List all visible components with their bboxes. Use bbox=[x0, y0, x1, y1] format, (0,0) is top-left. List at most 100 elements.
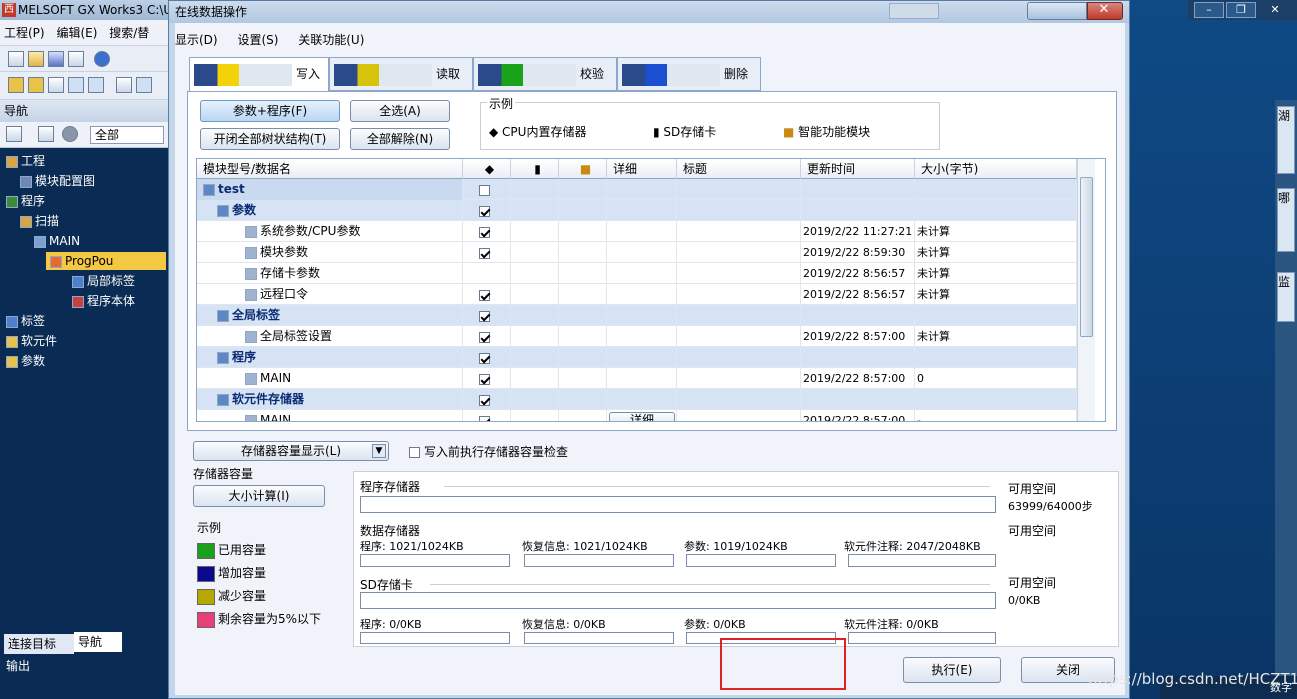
save-icon[interactable] bbox=[48, 51, 64, 67]
tree-node-program-body[interactable]: 程序本体 bbox=[72, 292, 135, 310]
program-body-icon bbox=[72, 295, 84, 308]
tree-node-progpou[interactable]: ProgPou bbox=[46, 252, 166, 270]
table-row[interactable]: test bbox=[197, 179, 1077, 200]
size-calc-button[interactable]: 大小计算(I) bbox=[193, 485, 325, 507]
col-sd-header[interactable]: ▮ bbox=[511, 159, 559, 179]
capacity-check-option[interactable]: 写入前执行存储器容量检查 bbox=[409, 443, 568, 460]
tree-node-local-label[interactable]: 局部标签 bbox=[72, 272, 135, 290]
table-row[interactable]: 存储卡参数 2019/2/22 8:56:57 未计算 bbox=[197, 263, 1077, 284]
nav-filter-select[interactable]: 全部 bbox=[90, 126, 164, 144]
dialog-minimize-button[interactable] bbox=[1027, 2, 1087, 20]
storage-cell bbox=[559, 389, 607, 410]
restore-button[interactable]: ❐ bbox=[1226, 2, 1256, 18]
row-checkbox[interactable] bbox=[479, 331, 490, 343]
table-row[interactable]: 全局标签 bbox=[197, 305, 1077, 326]
dialog-ribbon-toggle-icon[interactable] bbox=[889, 3, 939, 19]
row-checkbox[interactable] bbox=[479, 310, 490, 322]
col-cpu-header[interactable]: ◆ bbox=[463, 159, 511, 179]
table-row[interactable]: 系统参数/CPU参数 2019/2/22 11:27:21 未计算 bbox=[197, 221, 1077, 242]
tool-a-icon[interactable] bbox=[8, 77, 24, 93]
tree-node-labels[interactable]: 标签 bbox=[6, 312, 45, 330]
col-size-header[interactable]: 大小(字节) bbox=[915, 159, 1077, 179]
binoculars-icon[interactable] bbox=[116, 77, 132, 93]
data-recovery: 恢复信息: 1021/1024KB bbox=[522, 540, 648, 553]
table-row[interactable]: 参数 bbox=[197, 200, 1077, 221]
row-name: 程序 bbox=[197, 347, 463, 368]
select-all-button[interactable]: 全选(A) bbox=[350, 100, 450, 122]
close-app-button[interactable]: ✕ bbox=[1260, 2, 1290, 18]
row-checkbox[interactable] bbox=[479, 373, 490, 385]
col-title-header[interactable]: 标题 bbox=[677, 159, 801, 179]
open-folder-icon[interactable] bbox=[28, 51, 44, 67]
col-intelligent-header[interactable]: ■ bbox=[559, 159, 607, 179]
tree-node-project[interactable]: 工程 bbox=[6, 152, 45, 170]
execute-button[interactable]: 执行(E) bbox=[903, 657, 1001, 683]
minimize-button[interactable]: – bbox=[1194, 2, 1224, 18]
row-checkbox[interactable] bbox=[479, 184, 490, 196]
detail-button[interactable]: 详细 bbox=[609, 412, 675, 421]
tab-write[interactable]: 写入 bbox=[189, 57, 329, 93]
tab-read[interactable]: 读取 bbox=[329, 57, 473, 91]
scrollbar-thumb[interactable] bbox=[1080, 177, 1093, 337]
table-row[interactable]: 软元件存储器 bbox=[197, 389, 1077, 410]
deselect-all-button[interactable]: 全部解除(N) bbox=[350, 128, 450, 150]
cpu-checkbox-cell bbox=[463, 347, 511, 368]
dock-tab-3[interactable]: 监 bbox=[1277, 272, 1295, 322]
table-row[interactable]: MAIN 2019/2/22 8:57:00 0 bbox=[197, 368, 1077, 389]
tool-c-icon[interactable] bbox=[48, 77, 64, 93]
dock-tab-2[interactable]: 哪 bbox=[1277, 188, 1295, 252]
capacity-check-checkbox[interactable] bbox=[409, 447, 420, 458]
table-row[interactable]: 远程口令 2019/2/22 8:56:57 未计算 bbox=[197, 284, 1077, 305]
dock-tab-1[interactable]: 湖 bbox=[1277, 106, 1295, 174]
gear-icon[interactable] bbox=[62, 126, 78, 142]
table-scrollbar[interactable] bbox=[1077, 159, 1095, 421]
output-tab[interactable]: 输出 bbox=[2, 656, 162, 676]
tab-delete[interactable]: 删除 bbox=[617, 57, 761, 91]
dialog-menu-related[interactable]: 关联功能(U) bbox=[298, 33, 364, 47]
tool-b-icon[interactable] bbox=[28, 77, 44, 93]
menu-edit[interactable]: 编辑(E) bbox=[56, 26, 97, 40]
row-checkbox[interactable] bbox=[479, 205, 490, 217]
detail-cell bbox=[607, 347, 677, 368]
project-icon bbox=[6, 155, 18, 168]
tree-node-main[interactable]: MAIN bbox=[34, 232, 80, 250]
row-checkbox[interactable] bbox=[479, 226, 490, 238]
menu-search[interactable]: 搜索/替 bbox=[109, 26, 149, 40]
nav-tree-icon[interactable] bbox=[38, 126, 54, 142]
row-checkbox[interactable] bbox=[479, 247, 490, 259]
col-detail-header[interactable]: 详细 bbox=[607, 159, 677, 179]
tool-e-icon[interactable] bbox=[88, 77, 104, 93]
col-name-header[interactable]: 模块型号/数据名 bbox=[197, 159, 463, 179]
table-row[interactable]: 全局标签设置 2019/2/22 8:57:00 未计算 bbox=[197, 326, 1077, 347]
col-time-header[interactable]: 更新时间 bbox=[801, 159, 915, 179]
menu-project[interactable]: 工程(P) bbox=[4, 26, 45, 40]
nav-view-icon[interactable] bbox=[6, 126, 22, 142]
title-cell bbox=[677, 221, 801, 242]
row-checkbox[interactable] bbox=[479, 415, 490, 421]
capacity-display-toggle[interactable]: 存储器容量显示(L) ▼ bbox=[193, 441, 389, 461]
tab-verify[interactable]: 校验 bbox=[473, 57, 617, 91]
new-file-icon[interactable] bbox=[8, 51, 24, 67]
param-program-button[interactable]: 参数+程序(F) bbox=[200, 100, 340, 122]
tree-node-parameters[interactable]: 参数 bbox=[6, 352, 45, 370]
table-row[interactable]: 模块参数 2019/2/22 8:59:30 未计算 bbox=[197, 242, 1077, 263]
row-checkbox[interactable] bbox=[479, 289, 490, 301]
dialog-menu-settings[interactable]: 设置(S) bbox=[237, 33, 278, 47]
tool-d-icon[interactable] bbox=[68, 77, 84, 93]
table-row[interactable]: 程序 bbox=[197, 347, 1077, 368]
tool-f-icon[interactable] bbox=[136, 77, 152, 93]
row-checkbox[interactable] bbox=[479, 352, 490, 364]
tab-connection-target[interactable]: 连接目标 bbox=[4, 634, 74, 654]
tree-node-scan[interactable]: 扫描 bbox=[20, 212, 59, 230]
tree-node-program[interactable]: 程序 bbox=[6, 192, 45, 210]
tab-navigation[interactable]: 导航 bbox=[74, 632, 122, 652]
expand-tree-button[interactable]: 开闭全部树状结构(T) bbox=[200, 128, 340, 150]
tree-node-module-config[interactable]: 模块配置图 bbox=[20, 172, 95, 190]
help-icon[interactable] bbox=[94, 51, 110, 67]
print-icon[interactable] bbox=[68, 51, 84, 67]
row-checkbox[interactable] bbox=[479, 394, 490, 406]
data-free-label: 可用空间 bbox=[1008, 524, 1057, 538]
tree-node-devices[interactable]: 软元件 bbox=[6, 332, 57, 350]
dialog-menu-display[interactable]: 显示(D) bbox=[175, 33, 218, 47]
table-row[interactable]: MAIN 详细 2019/2/22 8:57:00- bbox=[197, 410, 1077, 421]
